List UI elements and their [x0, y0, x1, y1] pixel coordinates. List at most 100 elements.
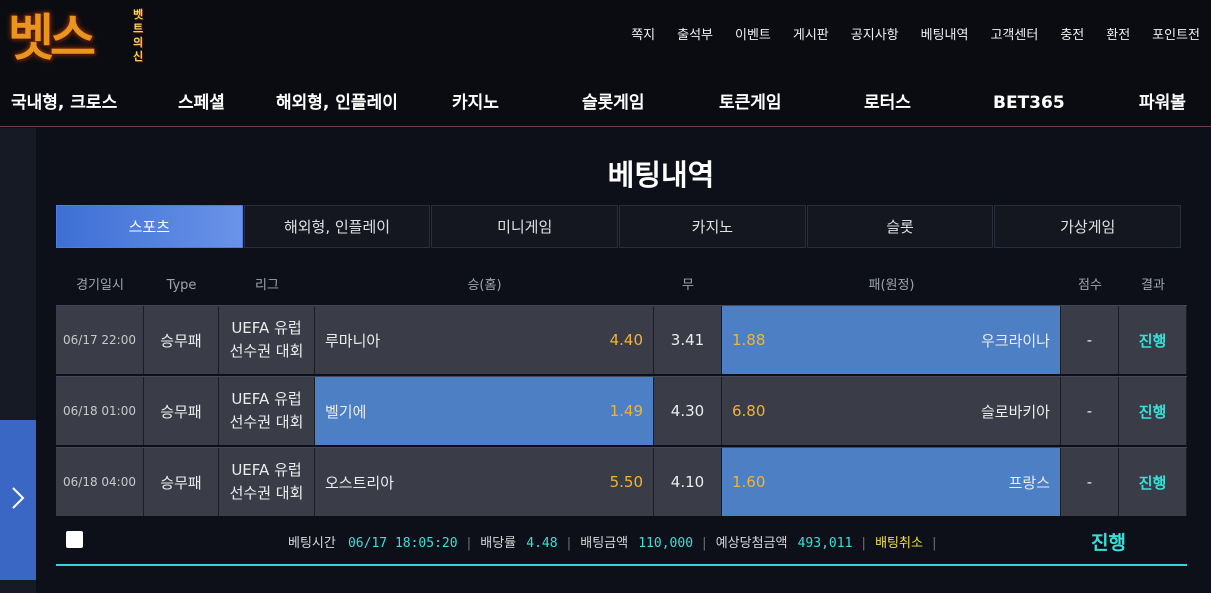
row-score: -	[1061, 306, 1119, 374]
top-nav-notice[interactable]: 공지사항	[840, 26, 910, 46]
draw-pick[interactable]: 4.10	[654, 448, 722, 516]
main-nav-bet365[interactable]: BET365	[993, 80, 1065, 126]
top-nav-message[interactable]: 쪽지	[620, 26, 666, 46]
away-pick[interactable]: 1.88 우크라이나	[722, 306, 1061, 374]
cancel-bet-button[interactable]: 배팅취소	[875, 536, 923, 551]
separator: |	[566, 536, 572, 551]
tab-minigame[interactable]: 미니게임	[431, 205, 619, 248]
odds-label: 배당률	[480, 536, 517, 551]
row-type: 승무패	[144, 448, 219, 516]
row-result: 진행	[1119, 306, 1187, 374]
table-row: 06/17 22:00 승무패 UEFA 유럽 선수권 대회 루마니아 4.40…	[56, 305, 1187, 374]
top-header: 벳스 벳 트 의 신 쪽지 출석부 이벤트 게시판 공지사항 베팅내역 고객센터…	[0, 0, 1211, 80]
main-nav: 국내형, 크로스 스페셜 해외형, 인플레이 카지노 슬롯게임 토큰게임 로터스…	[0, 80, 1211, 127]
home-team: 벨기에	[325, 402, 367, 421]
row-result: 진행	[1119, 448, 1187, 516]
bet-table-header: 경기일시 Type 리그 승(홈) 무 패(원정) 점수 결과	[56, 274, 1187, 298]
tab-slot[interactable]: 슬롯	[806, 205, 994, 248]
col-away-win: 패(원정)	[868, 278, 915, 293]
col-score: 점수	[1078, 278, 1102, 293]
top-nav-event[interactable]: 이벤트	[724, 26, 782, 46]
site-logo[interactable]: 벳스 벳 트 의 신	[8, 4, 150, 72]
main-nav-overseas-inplay[interactable]: 해외형, 인플레이	[276, 80, 398, 126]
home-team: 오스트리아	[325, 473, 395, 492]
expected-label: 예상당첨금액	[715, 536, 788, 551]
league-line: 선수권 대회	[229, 484, 304, 502]
top-nav-deposit[interactable]: 충전	[1049, 26, 1095, 46]
league-line: UEFA 유럽	[231, 390, 302, 408]
draw-pick[interactable]: 4.30	[654, 377, 722, 445]
main-nav-slot-game[interactable]: 슬롯게임	[582, 80, 645, 126]
separator: |	[861, 536, 866, 551]
away-team: 슬로바키아	[980, 402, 1050, 421]
away-odd: 1.88	[732, 331, 766, 349]
bet-status: 진행	[1091, 532, 1126, 554]
away-pick[interactable]: 1.60 프랑스	[722, 448, 1061, 516]
main-nav-powerball[interactable]: 파워볼	[1139, 80, 1186, 126]
away-odd: 1.60	[732, 473, 766, 491]
logo-main-text: 벳스	[8, 9, 96, 67]
chevron-right-icon	[11, 484, 25, 517]
select-checkbox[interactable]	[66, 531, 83, 548]
row-result: 진행	[1119, 377, 1187, 445]
away-team: 프랑스	[1008, 473, 1050, 492]
col-draw: 무	[682, 278, 694, 293]
row-league: UEFA 유럽 선수권 대회	[219, 377, 315, 445]
top-nav-bet-history[interactable]: 베팅내역	[910, 26, 980, 46]
row-date: 06/18 04:00	[56, 448, 144, 516]
row-type: 승무패	[144, 306, 219, 374]
draw-pick[interactable]: 3.41	[654, 306, 722, 374]
summary-info: 베팅시간 06/17 18:05:20 | 배당률 4.48 | 배팅금액 11…	[288, 532, 941, 551]
side-panel	[0, 128, 36, 593]
main-nav-casino[interactable]: 카지노	[452, 80, 499, 126]
bet-time-value: 06/17 18:05:20	[347, 536, 458, 551]
page-title: 베팅내역	[607, 158, 715, 192]
top-nav-withdraw[interactable]: 환전	[1095, 26, 1141, 46]
row-type: 승무패	[144, 377, 219, 445]
tab-overseas-inplay[interactable]: 해외형, 인플레이	[243, 205, 431, 248]
home-pick[interactable]: 오스트리아 5.50	[315, 448, 654, 516]
row-date: 06/17 22:00	[56, 306, 144, 374]
home-team: 루마니아	[325, 331, 381, 350]
tab-sports[interactable]: 스포츠	[56, 205, 243, 248]
col-home-win: 승(홈)	[467, 278, 502, 293]
main-nav-lotus[interactable]: 로터스	[864, 80, 911, 126]
away-odd: 6.80	[732, 402, 766, 420]
top-nav-board[interactable]: 게시판	[782, 26, 840, 46]
main-nav-special[interactable]: 스페셜	[178, 80, 225, 126]
amount-label: 배팅금액	[580, 536, 629, 551]
top-nav: 쪽지 출석부 이벤트 게시판 공지사항 베팅내역 고객센터 충전 환전 포인트전	[620, 26, 1211, 46]
league-line: UEFA 유럽	[231, 319, 302, 337]
expected-value: 493,011	[797, 536, 853, 551]
bet-summary: 베팅시간 06/17 18:05:20 | 배당률 4.48 | 배팅금액 11…	[56, 520, 1187, 566]
bet-time-label: 베팅시간	[288, 536, 336, 551]
top-nav-support[interactable]: 고객센터	[979, 26, 1049, 46]
away-team: 우크라이나	[980, 331, 1050, 350]
main-nav-token-game[interactable]: 토큰게임	[719, 80, 782, 126]
bet-category-tabs: 스포츠 해외형, 인플레이 미니게임 카지노 슬롯 가상게임	[56, 205, 1182, 248]
away-pick[interactable]: 6.80 슬로바키아	[722, 377, 1061, 445]
tab-casino[interactable]: 카지노	[619, 205, 806, 248]
col-league: 리그	[255, 278, 279, 293]
separator: |	[932, 536, 937, 551]
row-league: UEFA 유럽 선수권 대회	[219, 448, 315, 516]
separator: |	[466, 536, 472, 551]
home-pick[interactable]: 벨기에 1.49	[315, 377, 654, 445]
home-odd: 1.49	[609, 402, 643, 420]
logo-side-text: 벳 트 의 신	[132, 8, 144, 63]
side-expand-tab[interactable]	[0, 420, 36, 580]
top-nav-attendance[interactable]: 출석부	[666, 26, 724, 46]
top-nav-points[interactable]: 포인트전	[1141, 26, 1211, 46]
tab-virtual-game[interactable]: 가상게임	[994, 205, 1182, 248]
odds-value: 4.48	[526, 536, 558, 551]
row-date: 06/18 01:00	[56, 377, 144, 445]
home-pick[interactable]: 루마니아 4.40	[315, 306, 654, 374]
col-result: 결과	[1141, 278, 1165, 293]
home-odd: 5.50	[609, 473, 643, 491]
separator: |	[702, 536, 707, 551]
row-score: -	[1061, 377, 1119, 445]
league-line: 선수권 대회	[229, 413, 304, 431]
row-score: -	[1061, 448, 1119, 516]
row-league: UEFA 유럽 선수권 대회	[219, 306, 315, 374]
main-nav-domestic-cross[interactable]: 국내형, 크로스	[11, 80, 117, 126]
